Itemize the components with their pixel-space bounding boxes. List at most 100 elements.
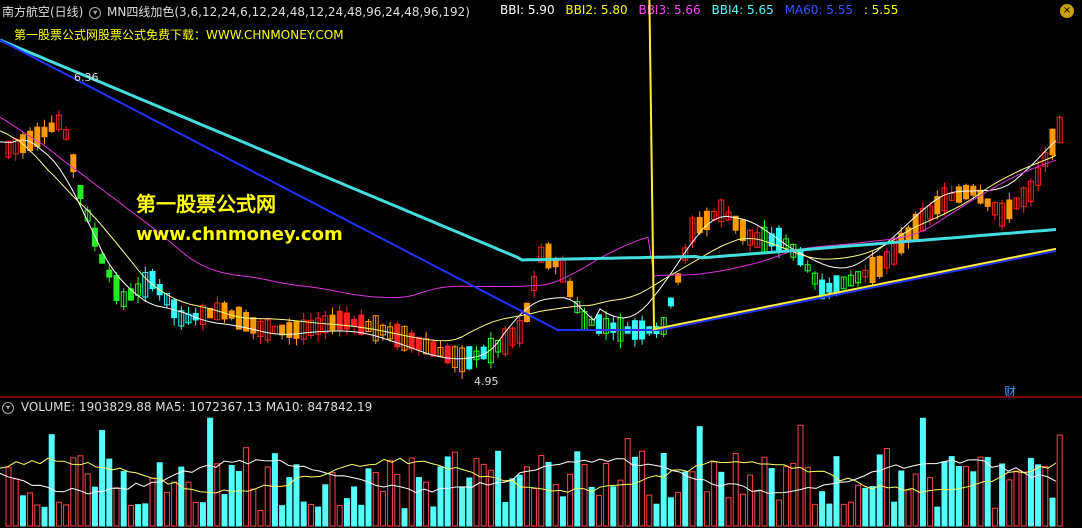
candle	[754, 226, 761, 248]
volume-bar	[358, 504, 365, 527]
volume-panel[interactable]: ▾ VOLUME: 1903829.88 MA5: 1072367.13 MA1…	[0, 398, 1082, 528]
candle	[732, 215, 739, 234]
candle	[855, 270, 862, 287]
volume-bar	[372, 472, 379, 527]
volume-bar	[876, 454, 883, 527]
volume-bar	[790, 462, 797, 527]
candle	[279, 324, 286, 340]
volume-bar	[768, 468, 775, 527]
candle	[171, 299, 178, 326]
watermark-title: 第一股票公式网	[136, 192, 276, 216]
volume-bar	[747, 474, 754, 527]
candle	[250, 317, 257, 340]
candle	[718, 198, 725, 228]
volume-bar	[451, 451, 458, 527]
candle	[1020, 186, 1027, 214]
candle	[610, 316, 617, 341]
volume-bar	[667, 497, 674, 527]
candle	[869, 250, 876, 288]
volume-bar	[912, 473, 919, 527]
candle	[142, 266, 149, 303]
candle	[545, 242, 552, 270]
volume-bar	[1049, 497, 1056, 527]
low-price-label: 4.95	[474, 375, 499, 388]
volume-bar	[250, 488, 257, 527]
candle	[300, 312, 307, 345]
volume-bar	[984, 457, 991, 527]
candle	[502, 326, 509, 357]
volume-bar	[84, 473, 91, 527]
candle	[149, 268, 156, 292]
volume-bar	[113, 487, 120, 527]
candle	[365, 318, 372, 333]
candle	[63, 126, 70, 141]
volume-bar	[207, 417, 214, 527]
volume-bar	[869, 486, 876, 527]
candle	[336, 305, 343, 337]
volume-bar	[300, 501, 307, 527]
candle	[307, 313, 314, 339]
volume-bar	[19, 495, 26, 527]
candle	[5, 140, 12, 160]
candle	[99, 250, 106, 264]
candle	[883, 247, 890, 275]
volume-bar	[862, 487, 869, 527]
candle	[703, 207, 710, 237]
volume-bar	[660, 452, 667, 527]
candle	[271, 325, 278, 335]
candle	[984, 198, 991, 212]
volume-bar	[365, 468, 372, 527]
volume-bar	[919, 417, 926, 527]
candle	[48, 115, 55, 133]
volume-bar	[135, 504, 142, 527]
volume-bar	[898, 470, 905, 527]
volume-bar	[1035, 464, 1042, 527]
volume-bar	[833, 456, 840, 527]
volume-bar	[473, 458, 480, 527]
volume-bar	[480, 463, 487, 527]
candle	[178, 306, 185, 330]
candle	[905, 225, 912, 249]
volume-bar	[387, 459, 394, 527]
volume-bar	[235, 470, 242, 527]
volume-bar	[1013, 470, 1020, 527]
watermark-url: www.chnmoney.com	[136, 224, 343, 245]
volume-bar	[559, 496, 566, 527]
volume-bar	[826, 503, 833, 527]
volume-bar	[55, 501, 62, 527]
candle	[1027, 178, 1034, 207]
candle	[811, 271, 818, 290]
volume-bar	[1006, 479, 1013, 527]
candle	[430, 338, 437, 357]
volume-bar	[401, 508, 408, 527]
candle	[358, 309, 365, 336]
volume-bar	[718, 471, 725, 527]
price-chart-panel[interactable]: 南方航空(日线) ▾ MN四线加色(3,6,12,24,6,12,24,48,1…	[0, 0, 1082, 399]
volume-bar	[351, 486, 358, 527]
candle	[603, 310, 610, 341]
yellow-line	[648, 0, 1057, 331]
volume-bar	[243, 447, 250, 527]
candle	[941, 182, 948, 216]
candle	[862, 264, 869, 283]
volume-bar	[516, 474, 523, 527]
candle	[595, 314, 602, 336]
volume-bar	[797, 424, 804, 527]
volume-bar	[379, 490, 386, 527]
candle	[689, 215, 696, 248]
volume-bar	[675, 491, 682, 527]
volume-bar	[963, 466, 970, 527]
volume-bar	[495, 450, 502, 527]
candle	[1056, 115, 1063, 144]
volume-bar	[459, 487, 466, 527]
candle	[667, 297, 674, 309]
volume-bar	[927, 477, 934, 527]
candle	[991, 201, 998, 220]
volume-bar	[531, 488, 538, 527]
volume-bar	[689, 471, 696, 527]
volume-bar	[595, 494, 602, 527]
candle	[70, 153, 77, 178]
volume-bar	[149, 477, 156, 527]
candle	[919, 202, 926, 233]
volume-bar	[624, 438, 631, 527]
